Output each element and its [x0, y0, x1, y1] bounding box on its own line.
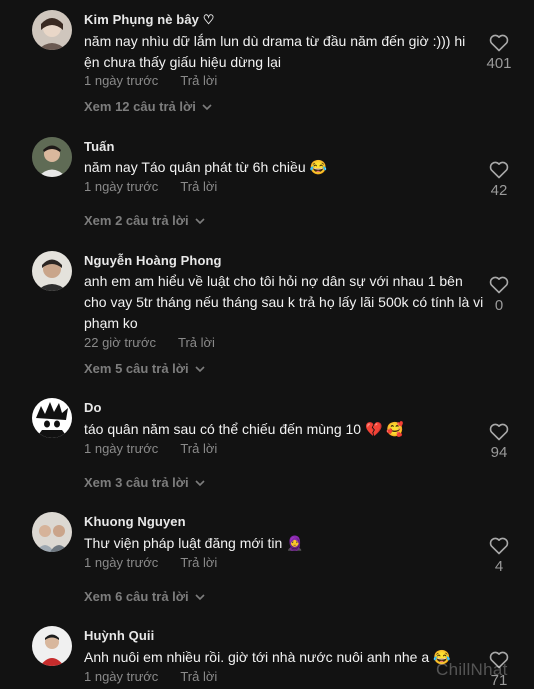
- comment-author[interactable]: Kim Phụng nè bây ♡: [84, 12, 214, 28]
- reply-button[interactable]: Trả lời: [180, 179, 217, 194]
- reply-button[interactable]: Trả lời: [180, 73, 217, 88]
- avatar-image: [32, 626, 72, 666]
- comment-text: táo quân năm sau có thể chiếu đến mùng 1…: [84, 421, 404, 437]
- avatar-image: [32, 398, 72, 438]
- comment-meta: 1 ngày trước Trả lời: [84, 179, 217, 194]
- view-replies-label: Xem 3 câu trả lời: [84, 475, 189, 490]
- heart-outline-icon: [478, 161, 520, 179]
- chevron-down-icon: [195, 361, 205, 376]
- view-replies-label: Xem 6 câu trả lời: [84, 589, 189, 604]
- comment-text: năm nay Táo quân phát từ 6h chiều 😂: [84, 159, 327, 175]
- like-count: 94: [490, 444, 508, 461]
- like-button[interactable]: 94: [478, 423, 520, 461]
- heart-outline-icon: [478, 34, 520, 52]
- reply-button[interactable]: Trả lời: [180, 555, 217, 570]
- comment-text: Thư viện pháp luật đăng mới tin 🧕: [84, 535, 304, 551]
- avatar[interactable]: [32, 137, 72, 177]
- view-replies-button[interactable]: Xem 2 câu trả lời: [84, 213, 205, 228]
- comment-author[interactable]: Do: [84, 400, 102, 415]
- avatar-image: [32, 512, 72, 552]
- comment-author[interactable]: Tuấn: [84, 139, 115, 154]
- avatar[interactable]: [32, 512, 72, 552]
- comment-meta: 1 ngày trước Trả lời: [84, 669, 217, 684]
- avatar-image: [32, 10, 72, 50]
- view-replies-label: Xem 2 câu trả lời: [84, 213, 189, 228]
- like-count: 42: [490, 182, 508, 199]
- comment-time: 22 giờ trước: [84, 335, 156, 350]
- comment-text: năm nay nhìu dữ lắm lun dù drama từ đầu …: [84, 33, 466, 70]
- comment-author[interactable]: Khuong Nguyen: [84, 514, 186, 529]
- comment-time: 1 ngày trước: [84, 73, 159, 88]
- avatar-image: [32, 251, 72, 291]
- avatar[interactable]: [32, 398, 72, 438]
- comment-author[interactable]: Nguyễn Hoàng Phong: [84, 253, 222, 268]
- chevron-down-icon: [202, 99, 212, 114]
- comment-meta: 1 ngày trước Trả lời: [84, 555, 217, 570]
- reply-button[interactable]: Trả lời: [180, 669, 217, 684]
- heart-outline-icon: [478, 423, 520, 441]
- reply-button[interactable]: Trả lời: [178, 335, 215, 350]
- view-replies-button[interactable]: Xem 5 câu trả lời: [84, 361, 205, 376]
- like-button[interactable]: 0: [478, 276, 520, 314]
- reply-button[interactable]: Trả lời: [180, 441, 217, 456]
- heart-outline-icon: [478, 276, 520, 294]
- avatar[interactable]: [32, 10, 72, 50]
- comment-author[interactable]: Huỳnh Quii: [84, 628, 154, 643]
- comment-time: 1 ngày trước: [84, 555, 159, 570]
- like-button[interactable]: 42: [478, 161, 520, 199]
- like-count: 4: [494, 558, 504, 575]
- watermark: ChillNhat: [436, 660, 508, 679]
- comment-meta: 22 giờ trước Trả lời: [84, 335, 215, 350]
- view-replies-label: Xem 5 câu trả lời: [84, 361, 189, 376]
- comment-time: 1 ngày trước: [84, 179, 159, 194]
- comment-time: 1 ngày trước: [84, 441, 159, 456]
- like-button[interactable]: 401: [478, 34, 520, 72]
- avatar[interactable]: [32, 251, 72, 291]
- chevron-down-icon: [195, 475, 205, 490]
- like-count: 401: [486, 55, 512, 72]
- comment-meta: 1 ngày trước Trả lời: [84, 441, 217, 456]
- avatar[interactable]: [32, 626, 72, 666]
- comment-meta: 1 ngày trước Trả lời: [84, 73, 217, 88]
- chevron-down-icon: [195, 589, 205, 604]
- comment-time: 1 ngày trước: [84, 669, 159, 684]
- view-replies-button[interactable]: Xem 12 câu trả lời: [84, 99, 212, 114]
- view-replies-button[interactable]: Xem 3 câu trả lời: [84, 475, 205, 490]
- view-replies-button[interactable]: Xem 6 câu trả lời: [84, 589, 205, 604]
- like-button[interactable]: 4: [478, 537, 520, 575]
- heart-outline-icon: [478, 537, 520, 555]
- comment-text: anh em am hiểu về luật cho tôi hỏi nợ dâ…: [84, 273, 484, 331]
- comment-text: Anh nuôi em nhiều rồi. giờ tới nhà nước …: [84, 649, 451, 665]
- view-replies-label: Xem 12 câu trả lời: [84, 99, 196, 114]
- chevron-down-icon: [195, 213, 205, 228]
- like-count: 0: [494, 297, 504, 314]
- avatar-image: [32, 137, 72, 177]
